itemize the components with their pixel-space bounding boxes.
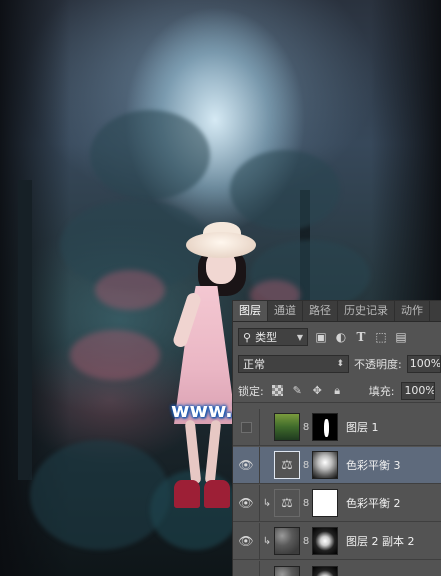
layer-name: 图层 2 副本 2 [346,535,415,548]
visibility-toggle[interactable]: 👁︎ [233,523,260,559]
shape-filter-icon[interactable]: ⬚ [374,330,388,344]
link-icon: 8 [302,459,310,471]
lock-position-icon[interactable]: ✥ [311,384,324,397]
mask-thumbnail[interactable] [312,527,338,555]
tab-layers[interactable]: 图层 [233,301,268,321]
blend-mode-select[interactable]: 正常 ⬍ [238,355,349,373]
visibility-toggle[interactable]: 👁︎ [233,447,260,483]
tab-actions[interactable]: 动作 [395,301,430,321]
fill-field[interactable]: 100% [401,381,436,400]
tab-paths[interactable]: 路径 [303,301,338,321]
opacity-field[interactable]: 100% [406,355,441,373]
panel-tab-bar: 图层 通道 路径 历史记录 动作 [233,301,441,322]
layer-row[interactable] [233,561,441,576]
lock-pixels-icon[interactable]: ✎ [291,384,304,397]
girl-shoe [174,480,200,508]
vignette-right [371,0,441,300]
layer-row[interactable]: 8 图层 1 [233,409,441,446]
girl-shoe [204,480,230,508]
fill-label: 填充: [368,384,395,398]
eye-icon: 👁︎ [238,458,254,472]
smart-object-filter-icon[interactable]: ▤ [394,330,408,344]
opacity-label: 不透明度: [354,358,402,371]
foliage [90,110,210,200]
mask-thumbnail[interactable] [312,413,338,441]
layer-name: 图层 1 [346,421,379,434]
color-balance-icon: ⚖ [274,489,300,517]
color-balance-icon: ⚖ [274,451,300,479]
link-icon: 8 [302,421,310,433]
mask-thumbnail[interactable] [312,489,338,517]
link-icon: 8 [302,497,310,509]
blossom [70,330,160,380]
girl-leg [204,419,222,485]
filter-row: ⚲ 类型 ▼ ▣ ◐ T ⬚ ▤ [233,325,441,349]
image-filter-icon[interactable]: ▣ [314,330,328,344]
eye-icon: 👁︎ [238,496,254,510]
search-icon: ⚲ [243,330,252,344]
adjustment-filter-icon[interactable]: ◐ [334,330,348,344]
tree-trunk [18,180,32,480]
mask-thumbnail[interactable] [312,451,338,479]
lock-row: 锁定: ✎ ✥ 🔒︎ 填充: 100% [233,379,441,403]
layer-name: 色彩平衡 3 [346,459,401,472]
layer-thumbnail [274,413,300,441]
layer-name: 色彩平衡 2 [346,497,401,510]
visibility-toggle[interactable]: 👁︎ [233,485,260,521]
type-filter-icon[interactable]: T [354,330,368,344]
clipping-arrow-icon: ↳ [262,497,272,509]
chevron-down-icon: ▼ [296,332,303,342]
tab-history[interactable]: 历史记录 [338,301,395,321]
tab-channels[interactable]: 通道 [268,301,303,321]
clipping-arrow-icon: ↳ [262,535,272,547]
filter-kind-label: 类型 [255,331,278,344]
visibility-toggle[interactable] [233,561,260,576]
layers-panel: 图层 通道 路径 历史记录 动作 ⚲ 类型 ▼ ▣ ◐ T ⬚ ▤ 正常 ⬍ 不… [232,300,441,576]
blend-mode-value: 正常 [243,358,265,371]
eye-icon: 👁︎ [238,534,254,548]
foliage [230,150,340,230]
visibility-toggle[interactable] [233,409,260,445]
layer-row[interactable]: 👁︎ ⚖ 8 色彩平衡 3 [233,447,441,484]
lock-transparency-icon[interactable] [271,384,284,397]
blossom [95,270,165,310]
link-icon: 8 [302,535,310,547]
lock-label: 锁定: [238,384,264,398]
layer-thumbnail [274,527,300,555]
mask-thumbnail[interactable] [312,565,338,576]
layer-row[interactable]: 👁︎ ↳ 8 图层 2 副本 2 [233,523,441,560]
filter-kind-select[interactable]: ⚲ 类型 ▼ [238,328,308,346]
lock-all-icon[interactable]: 🔒︎ [331,384,344,397]
blend-row: 正常 ⬍ 不透明度: 100% [233,352,441,376]
updown-icon: ⬍ [336,359,344,369]
foliage [30,440,170,550]
layer-row[interactable]: 👁︎ ↳ ⚖ 8 色彩平衡 2 [233,485,441,522]
girl-hat [186,232,256,258]
layer-thumbnail [274,565,300,576]
visibility-off-box [240,421,252,433]
